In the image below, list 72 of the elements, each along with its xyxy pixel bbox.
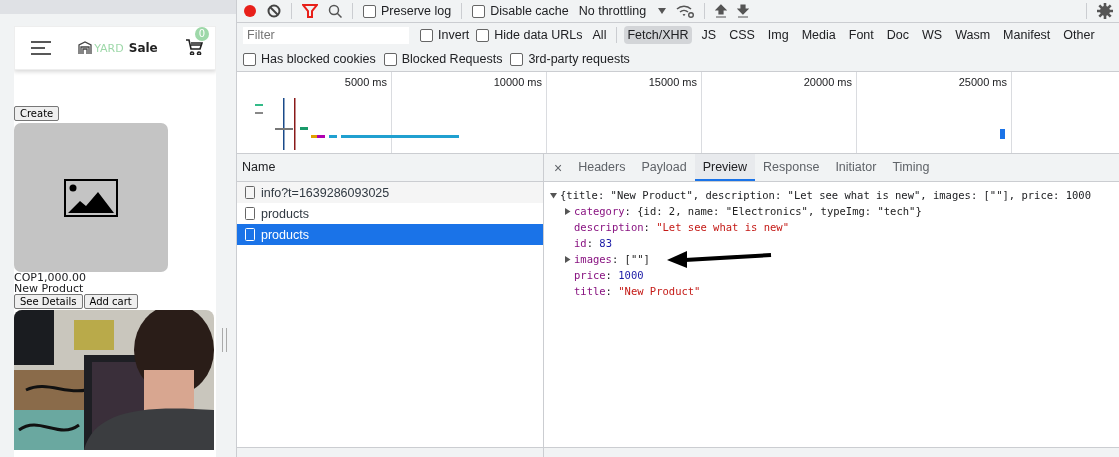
- preview-summary: {title: "New Product", description: "Let see what is new", images: [""], price: 1000: [560, 189, 1091, 201]
- detail-tab[interactable]: Payload: [633, 154, 695, 181]
- filter-checkbox[interactable]: Has blocked cookies: [243, 52, 376, 66]
- property-line: category: {id: 2, name: "Electronics", typeImg: "tech"}: [574, 205, 922, 217]
- preserve-log-checkbox[interactable]: Preserve log: [363, 4, 452, 18]
- hide-data-urls-checkbox[interactable]: Hide data URLs: [476, 28, 583, 42]
- property-line: price: 1000: [574, 269, 644, 281]
- filter-checkbox[interactable]: 3rd-party requests: [510, 52, 630, 66]
- type-filter-tab[interactable]: Font: [845, 26, 877, 44]
- type-filter-tab[interactable]: Img: [764, 26, 792, 44]
- product-title: New Product: [14, 283, 84, 294]
- type-filter-tab[interactable]: Manifest: [1000, 26, 1054, 44]
- column-header: Name: [237, 154, 543, 182]
- type-filter-tab[interactable]: All: [589, 26, 610, 44]
- filter-checkbox[interactable]: Blocked Requests: [383, 52, 503, 66]
- details-button[interactable]: See Details: [14, 294, 83, 309]
- create-button[interactable]: Create: [14, 106, 60, 121]
- detail-tab[interactable]: Response: [755, 154, 828, 181]
- cart-count-badge: 0: [195, 27, 209, 41]
- property-line: images: [""]: [574, 253, 650, 265]
- type-filter-tab[interactable]: Media: [798, 26, 839, 44]
- document-icon: [245, 207, 255, 220]
- tick-label: 20000 ms: [803, 76, 852, 88]
- property-line: title: "New Product": [574, 285, 701, 297]
- wifi-settings-icon[interactable]: [676, 4, 695, 18]
- property-line: id: 83: [574, 237, 612, 249]
- product-price: COP1,000.00: [14, 272, 86, 283]
- document-icon: [245, 186, 255, 199]
- type-filter-tab[interactable]: JS: [698, 26, 720, 44]
- search-icon[interactable]: [328, 4, 342, 18]
- detail-tab[interactable]: Timing: [884, 154, 938, 181]
- type-filter-tab[interactable]: Wasm: [952, 26, 994, 44]
- request-row[interactable]: info?t=1639286093025: [237, 182, 543, 203]
- tick-label: 5000 ms: [344, 76, 387, 88]
- cart-icon[interactable]: [185, 38, 203, 55]
- logo-text: YARD: [94, 41, 124, 55]
- resize-handle[interactable]: [222, 328, 227, 352]
- download-icon[interactable]: [737, 4, 750, 18]
- building-icon: [78, 41, 93, 55]
- close-button[interactable]: ×: [546, 154, 571, 181]
- detail-tab[interactable]: Preview: [694, 154, 756, 181]
- clear-icon[interactable]: [267, 4, 281, 18]
- tick-label: 10000 ms: [493, 76, 542, 88]
- request-row[interactable]: products: [237, 224, 543, 245]
- add-cart-button[interactable]: Add cart: [83, 294, 138, 309]
- filter-icon[interactable]: [302, 4, 318, 18]
- type-filter-tab[interactable]: Fetch/XHR: [624, 26, 692, 44]
- detail-tab[interactable]: Initiator: [827, 154, 885, 181]
- collapsed-triangle-icon[interactable]: [564, 255, 571, 263]
- caret-icon: [658, 8, 667, 14]
- upload-icon[interactable]: [715, 4, 728, 18]
- expanded-triangle-icon[interactable]: [550, 191, 557, 199]
- property-line: description: "Let see what is new": [574, 221, 789, 233]
- detail-tab[interactable]: Headers: [570, 154, 634, 181]
- record-button[interactable]: [243, 4, 257, 18]
- type-filter-tab[interactable]: WS: [919, 26, 946, 44]
- logo-text: Sale: [128, 41, 158, 55]
- collapsed-triangle-icon[interactable]: [564, 207, 571, 215]
- menu-icon[interactable]: [31, 41, 51, 55]
- request-row[interactable]: products: [237, 203, 543, 224]
- disable-cache-checkbox[interactable]: Disable cache: [472, 4, 569, 18]
- filter-field[interactable]: Filter: [243, 26, 409, 44]
- type-filter-tab[interactable]: Other: [1060, 26, 1098, 44]
- tick-label: 25000 ms: [958, 76, 1007, 88]
- settings-icon[interactable]: [1097, 3, 1113, 19]
- throttling-dropdown[interactable]: No throttling: [578, 4, 667, 18]
- type-filter-tab[interactable]: Doc: [883, 26, 912, 44]
- image-icon: [64, 178, 118, 217]
- invert-checkbox[interactable]: Invert: [420, 28, 470, 42]
- tick-label: 15000 ms: [648, 76, 697, 88]
- type-filter-tab[interactable]: CSS: [726, 26, 758, 44]
- document-icon: [245, 228, 255, 241]
